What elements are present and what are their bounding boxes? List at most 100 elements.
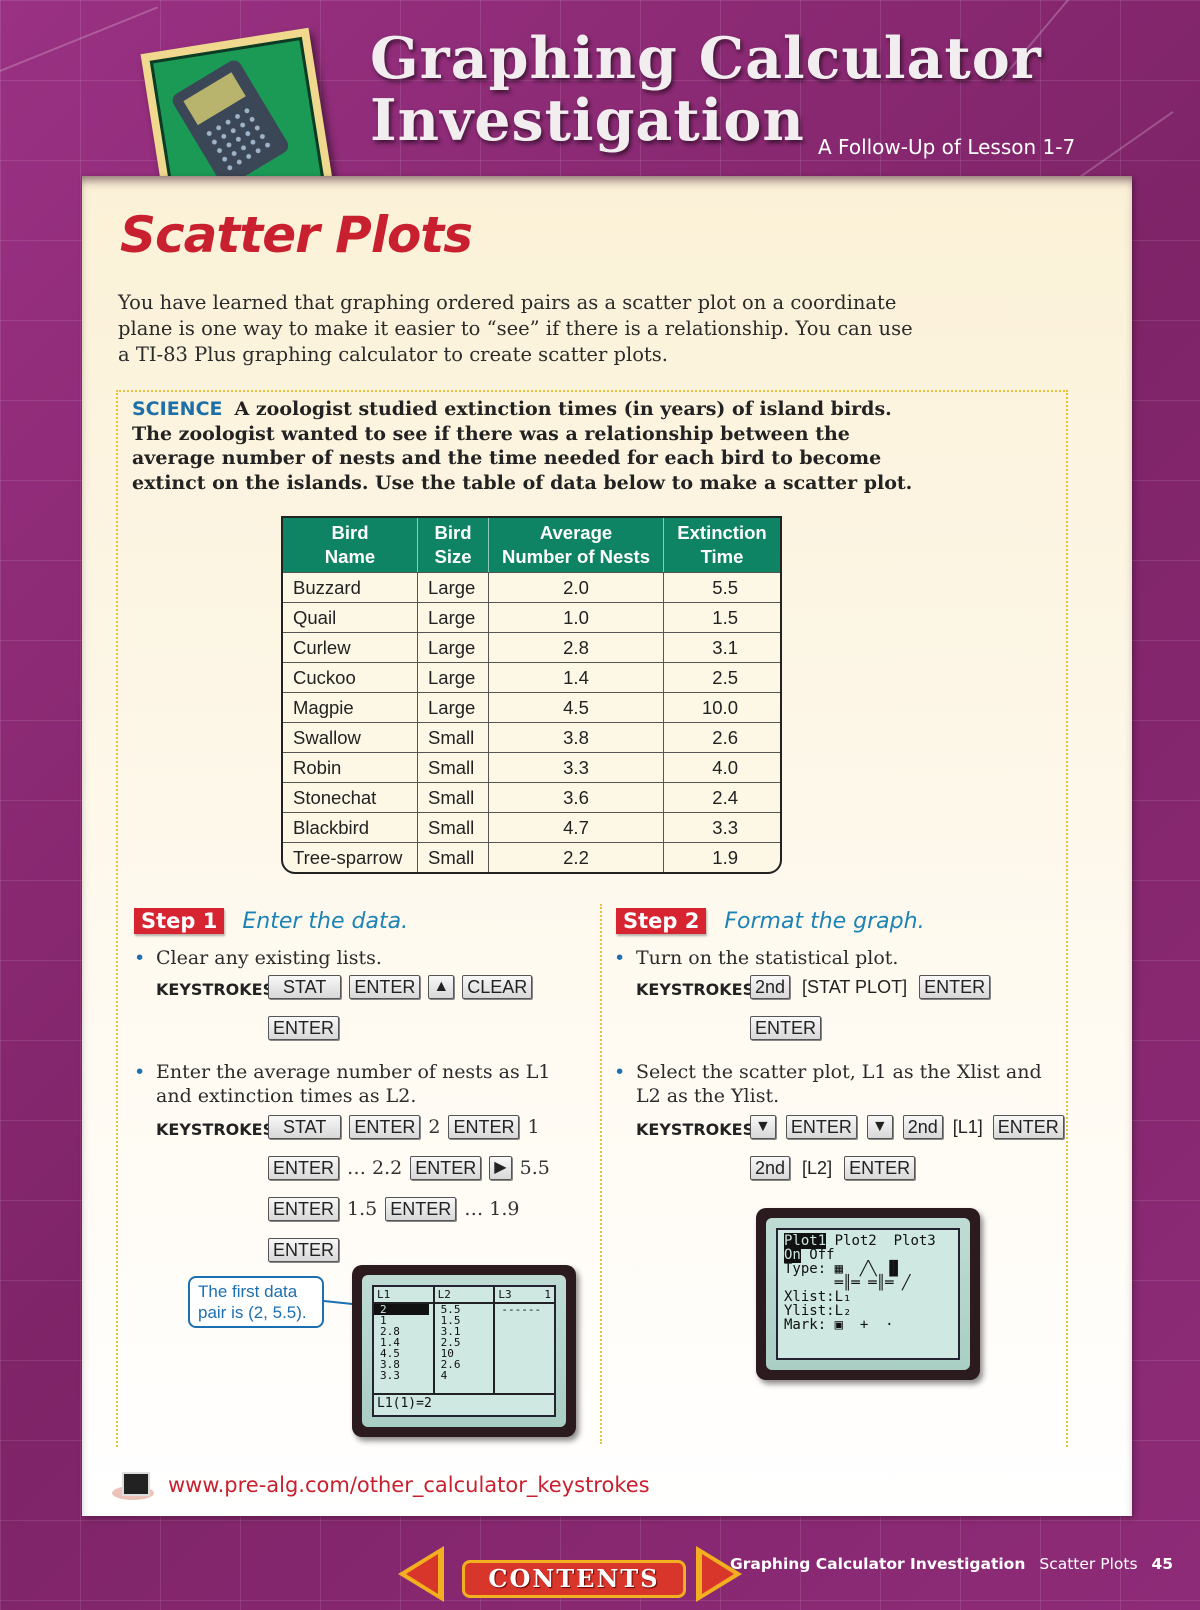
key-2nd[interactable]: 2nd [750,975,791,999]
header-subtitle: A Follow-Up of Lesson 1-7 [818,135,1076,159]
cell-average-nests: 2.2 [489,842,664,872]
keystrokes-label: KEYSTROKES: [636,1120,761,1139]
contents-button[interactable]: CONTENTS [462,1560,686,1598]
cell-bird-name: Magpie [283,692,418,722]
step1-bullet1: • Clear any existing lists. [134,947,382,969]
cell-bird-name: Blackbird [283,812,418,842]
key-down-arrow-icon[interactable]: ▼ [750,1115,776,1139]
key-enter[interactable]: ENTER [919,975,991,999]
cell-extinction-time: 2.4 [664,782,780,812]
cell-bird-name: Buzzard [283,572,418,602]
list-cell: 4 [440,1369,448,1382]
key-enter[interactable]: ENTER [349,975,421,999]
cell-bird-size: Large [418,572,489,602]
cell-average-nests: 3.6 [489,782,664,812]
web-link-text[interactable]: www.pre-alg.com/other_calculator_keystro… [168,1473,650,1497]
previous-page-arrow-icon[interactable] [398,1546,444,1602]
cell-average-nests: 1.0 [489,602,664,632]
key-right-arrow-icon[interactable]: ▶ [489,1156,512,1180]
key-clear[interactable]: CLEAR [462,975,533,999]
key-enter[interactable]: ENTER [268,1016,340,1040]
l1-label: [L1] [952,1116,983,1137]
step1-heading: Step 1 Enter the data. [134,908,408,934]
step1-keystrokes-row1: STAT ENTER ▲ CLEAR [268,975,533,999]
cell-extinction-time: 4.0 [664,752,780,782]
step2-bullet2: • Select the scatter plot, L1 as the Xlis… [614,1061,1042,1107]
list-l3: L3 1 ------ [495,1287,555,1393]
cell-average-nests: 2.0 [489,572,664,602]
key-down-arrow-icon[interactable]: ▼ [866,1115,893,1139]
value-text: 5.5 [519,1157,550,1179]
key-enter[interactable]: ENTER [992,1115,1064,1139]
key-enter[interactable]: ENTER [268,1197,340,1221]
key-2nd[interactable]: 2nd [902,1115,943,1139]
key-enter[interactable]: ENTER [410,1156,482,1180]
table-row: Blackbird Small 4.7 3.3 [283,812,780,842]
header-title-line1: Graphing Calculator [370,25,1042,92]
key-up-arrow-icon[interactable]: ▲ [428,975,455,999]
cell-average-nests: 2.8 [489,632,664,662]
key-enter[interactable]: ENTER [268,1238,340,1262]
cell-extinction-time: 2.5 [664,662,780,692]
key-enter[interactable]: ENTER [349,1115,421,1139]
background-line [0,6,158,72]
stat-plot-label: [STAT PLOT] [802,976,908,997]
cell-average-nests: 3.3 [489,752,664,782]
cell-extinction-time: 1.5 [664,602,780,632]
cell-extinction-time: 5.5 [664,572,780,602]
cell-bird-size: Small [418,812,489,842]
key-2nd[interactable]: 2nd [750,1156,791,1180]
value-text: … 2.2 [347,1157,403,1179]
cell-bird-name: Swallow [283,722,418,752]
key-enter[interactable]: ENTER [268,1156,340,1180]
step2-bullet1: • Turn on the statistical plot. [614,947,899,969]
value-text: … 1.9 [464,1198,520,1220]
key-enter[interactable]: ENTER [844,1156,916,1180]
key-stat[interactable]: STAT [268,975,342,999]
cell-bird-size: Small [418,752,489,782]
table-row: Buzzard Large 2.0 5.5 [283,572,780,602]
table-row: Curlew Large 2.8 3.1 [283,632,780,662]
cell-bird-size: Large [418,662,489,692]
cell-extinction-time: 3.1 [664,632,780,662]
cell-extinction-time: 1.9 [664,842,780,872]
key-enter[interactable]: ENTER [750,1016,822,1040]
list-l1: L1 2 1 2.8 1.4 4.5 3.8 3.3 [374,1287,435,1393]
science-tag: SCIENCE [132,398,223,420]
cell-extinction-time: 10.0 [664,692,780,722]
key-enter[interactable]: ENTER [785,1115,857,1139]
cell-bird-name: Robin [283,752,418,782]
step2-heading: Step 2 Format the graph. [616,908,925,934]
cell-average-nests: 4.7 [489,812,664,842]
step1-keystrokes-row6: ENTER [268,1238,340,1262]
step1-keystrokes-row2: ENTER [268,1016,340,1040]
value-text: 1.5 [347,1198,378,1220]
cell-bird-name: Quail [283,602,418,632]
calculator-plot-setup-screen: Plot1 Plot2 Plot3 On Off Type: ▦ ╱╲ ▐▌ ═… [756,1208,980,1380]
science-text: A zoologist studied extinction times (in… [132,398,913,494]
key-stat[interactable]: STAT [268,1115,342,1139]
step2-keystrokes-row1: 2nd [STAT PLOT] ENTER [750,975,991,999]
keystrokes-label: KEYSTROKES: [156,1120,281,1139]
value-text: 1 [527,1116,540,1138]
calculator-list-screen: L1 2 1 2.8 1.4 4.5 3.8 3.3 L2 5.5 1.5 3.1 2.5 10 2.… [352,1265,576,1437]
cell-bird-name: Curlew [283,632,418,662]
table-row: Cuckoo Large 1.4 2.5 [283,662,780,692]
page-number: 45 [1151,1555,1174,1573]
table-row: Stonechat Small 3.6 2.4 [283,782,780,812]
cell-extinction-time: 3.3 [664,812,780,842]
web-link[interactable]: www.pre-alg.com/other_calculator_keystro… [112,1468,650,1502]
step2-keystrokes-row3: ▼ ENTER ▼ 2nd [L1] ENTER [750,1115,1064,1139]
step2-badge: Step 2 [616,908,707,934]
cell-bird-size: Small [418,722,489,752]
key-enter[interactable]: ENTER [448,1115,520,1139]
cell-bird-name: Stonechat [283,782,418,812]
footer-chapter: Graphing Calculator Investigation [730,1555,1026,1573]
key-enter[interactable]: ENTER [385,1197,457,1221]
table-row: Tree-sparrow Small 2.2 1.9 [283,842,780,872]
cell-bird-name: Tree-sparrow [283,842,418,872]
cell-extinction-time: 2.6 [664,722,780,752]
table-header-row: Bird Name Bird Size Average Number of Nests… [283,518,780,572]
page-footer: Graphing Calculator Investigation Scatter… [730,1555,1173,1573]
plot-setup-text: Plot1 Plot2 Plot3 On Off Type: ▦ ╱╲ ▐▌ ═… [784,1233,936,1333]
